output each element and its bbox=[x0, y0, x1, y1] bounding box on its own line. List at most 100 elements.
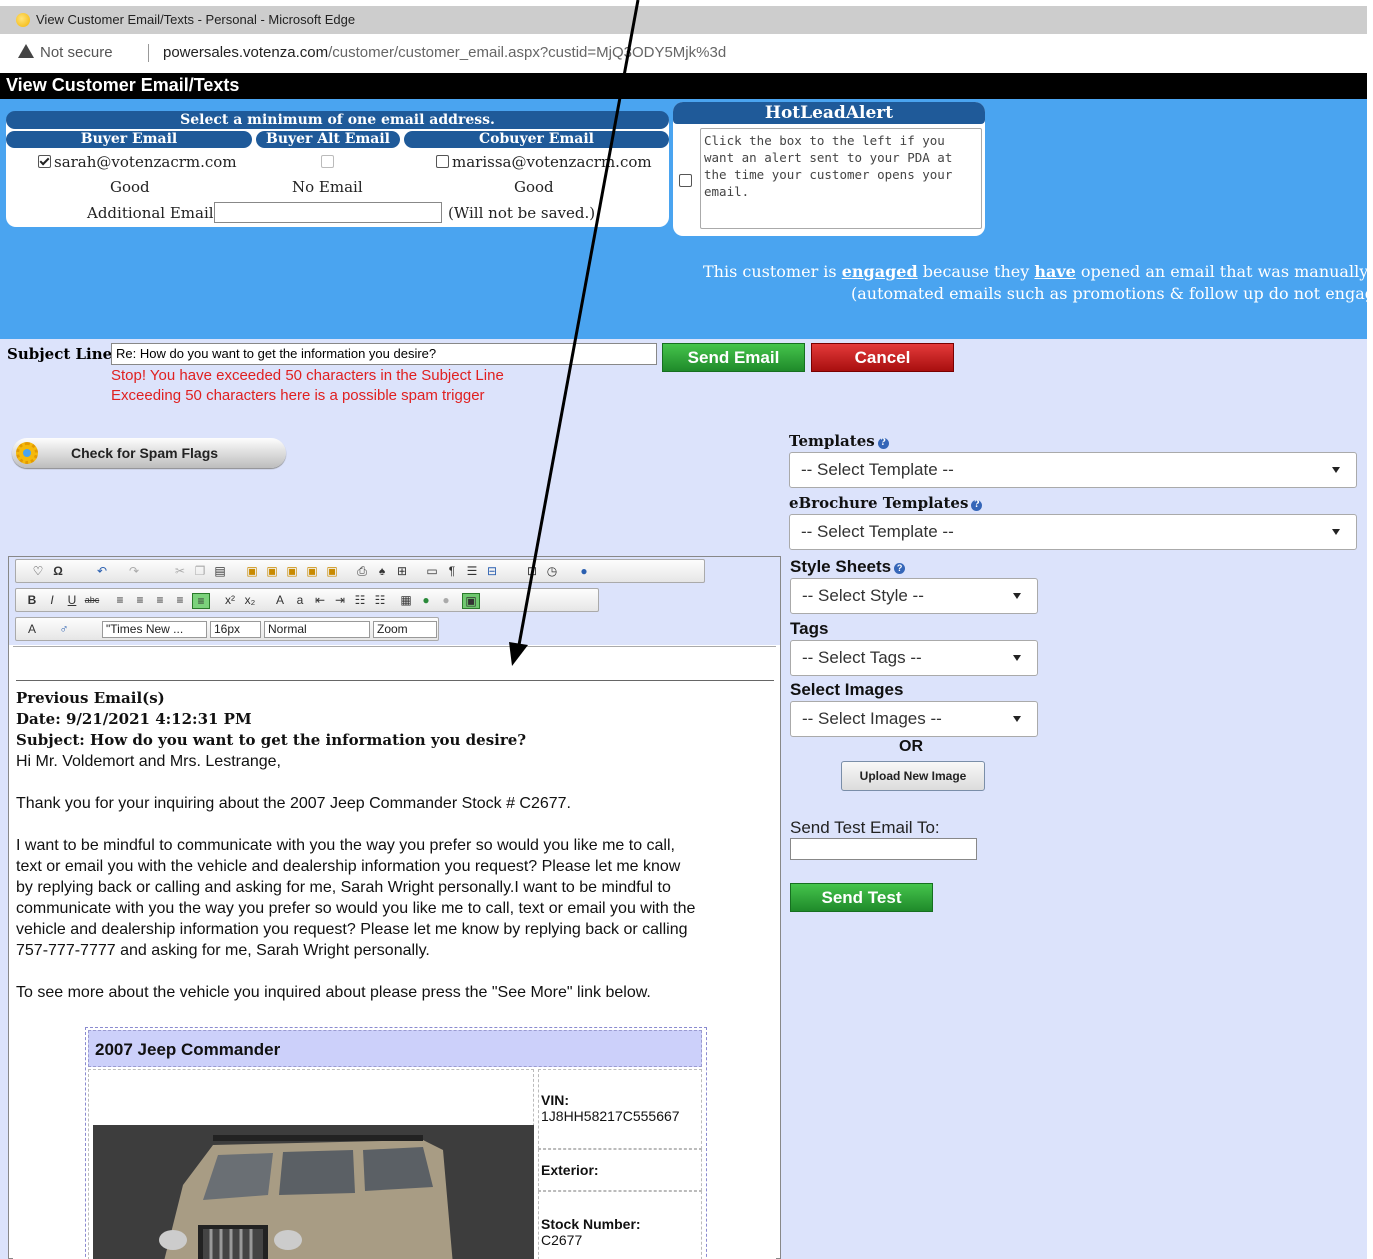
strikethrough-icon[interactable]: abc bbox=[84, 593, 100, 607]
bold-icon[interactable]: B bbox=[24, 593, 40, 607]
ebrochure-select[interactable]: -- Select Template -- bbox=[789, 514, 1357, 550]
email-panel-header: Select a minimum of one email address. bbox=[6, 111, 669, 129]
buyer-alt-email-checkbox bbox=[321, 155, 334, 168]
vin-value: 1J8HH58217C555667 bbox=[541, 1108, 680, 1124]
find-icon[interactable]: ♠ bbox=[374, 564, 390, 578]
paste-word-icon[interactable]: ▣ bbox=[264, 564, 280, 578]
ebrochure-select-value: -- Select Template -- bbox=[801, 522, 954, 541]
help-icon[interactable]: ● bbox=[576, 564, 592, 578]
editor-content[interactable]: Previous Email(s) Date: 9/21/2021 4:12:3… bbox=[13, 646, 776, 1259]
style-sheet-select[interactable]: -- Select Style -- bbox=[790, 578, 1038, 614]
vehicle-photo bbox=[93, 1125, 534, 1259]
check-spam-flags-button[interactable]: Check for Spam Flags bbox=[12, 438, 286, 468]
convert-lower-icon[interactable]: a bbox=[292, 593, 308, 607]
indent-icon[interactable]: ⇥ bbox=[332, 593, 348, 607]
select-all-icon[interactable]: ⊞ bbox=[394, 564, 410, 578]
check-spam-flags-label: Check for Spam Flags bbox=[71, 445, 219, 461]
paste-text-icon[interactable]: ▣ bbox=[244, 564, 260, 578]
url-path: /customer/customer_email.aspx?custid=MjQ… bbox=[328, 44, 727, 61]
link-icon[interactable]: ● bbox=[418, 593, 434, 607]
document-icon[interactable]: ▭ bbox=[424, 564, 440, 578]
paste-icon[interactable]: ▤ bbox=[212, 564, 228, 578]
warning-icon[interactable] bbox=[18, 44, 34, 58]
paragraph-icon[interactable]: ¶ bbox=[444, 564, 460, 578]
convert-case-icon[interactable]: A bbox=[272, 593, 288, 607]
engaged-text-3: opened an email that was manually se bbox=[1075, 262, 1373, 281]
send-email-button[interactable]: Send Email bbox=[662, 343, 805, 372]
italic-icon[interactable]: I bbox=[44, 593, 60, 607]
tags-select[interactable]: -- Select Tags -- bbox=[790, 640, 1038, 676]
security-label[interactable]: Not secure bbox=[40, 44, 113, 61]
subscript-icon[interactable]: x₂ bbox=[242, 593, 258, 607]
outdent-icon[interactable]: ⇤ bbox=[312, 593, 328, 607]
cancel-button[interactable]: Cancel bbox=[811, 343, 954, 372]
subject-input[interactable]: Re: How do you want to get the informati… bbox=[111, 343, 657, 365]
send-test-email-input[interactable] bbox=[790, 838, 977, 860]
paragraph-2-line: I want to be mindful to communicate with… bbox=[16, 837, 675, 854]
align-right-icon[interactable]: ≡ bbox=[152, 593, 168, 607]
cut-icon[interactable]: ✂ bbox=[172, 564, 188, 578]
cobuyer-email-checkbox[interactable] bbox=[436, 155, 449, 168]
format-select[interactable]: Normal bbox=[264, 621, 370, 638]
buyer-alt-email-header: Buyer Alt Email bbox=[256, 131, 400, 148]
help-icon[interactable]: ? bbox=[971, 500, 983, 511]
template-select[interactable]: -- Select Template -- bbox=[789, 452, 1357, 488]
chevron-down-icon bbox=[1013, 655, 1021, 661]
tags-label: Tags bbox=[790, 619, 829, 638]
buyer-email-status: Good bbox=[110, 178, 150, 196]
omega-icon[interactable]: Ω bbox=[50, 564, 66, 578]
help-icon[interactable]: ? bbox=[894, 563, 906, 574]
image-icon[interactable]: ▦ bbox=[398, 593, 414, 607]
paste-as-icon[interactable]: ▣ bbox=[304, 564, 320, 578]
align-left-icon[interactable]: ≡ bbox=[112, 593, 128, 607]
spellcheck-icon[interactable]: ♡ bbox=[30, 564, 46, 578]
ebrochure-label: eBrochure Templates? bbox=[789, 494, 983, 512]
justify-icon[interactable]: ≡ bbox=[172, 593, 188, 607]
font-name-select[interactable]: "Times New ... bbox=[102, 621, 207, 638]
help-icon[interactable]: ? bbox=[877, 438, 889, 449]
additional-email-input[interactable] bbox=[214, 202, 442, 223]
email-editor[interactable]: ♡ Ω ↶ ↷ ✂ ❐ ▤ ▣ ▣ ▣ ▣ ▣ ⎙ ♠ ⊞ ▭ ¶ ☰ ⊟ ⊡ … bbox=[8, 556, 781, 1259]
redo-icon[interactable]: ↷ bbox=[126, 564, 142, 578]
bullet-list-icon[interactable]: ☷ bbox=[372, 593, 388, 607]
highlight-color-icon[interactable]: ♂ bbox=[56, 622, 72, 636]
style-sheets-label-text: Style Sheets bbox=[790, 557, 892, 576]
buyer-email-checkbox[interactable] bbox=[38, 155, 51, 168]
additional-email-note: (Will not be saved.) bbox=[448, 204, 596, 222]
buyer-email-option[interactable]: sarah@votenzacrm.com bbox=[38, 153, 237, 171]
send-test-button[interactable]: Send Test bbox=[790, 883, 933, 912]
paste-plain-icon[interactable]: ▣ bbox=[284, 564, 300, 578]
engaged-note: (automated emails such as promotions & f… bbox=[851, 284, 1373, 303]
undo-icon[interactable]: ↶ bbox=[94, 564, 110, 578]
hotlead-description: Click the box to the left if you want an… bbox=[700, 128, 982, 229]
email-address-panel: Select a minimum of one email address. B… bbox=[6, 111, 669, 227]
justify-full-icon[interactable]: ≡ bbox=[192, 593, 210, 609]
unlink-icon[interactable]: ● bbox=[438, 593, 454, 607]
cobuyer-email-option[interactable]: marissa@votenzacrm.com bbox=[436, 153, 652, 171]
chevron-down-icon bbox=[1013, 716, 1021, 722]
form-icon[interactable]: ⊡ bbox=[524, 564, 540, 578]
font-color-icon[interactable]: A bbox=[24, 622, 40, 636]
superscript-icon[interactable]: x² bbox=[222, 593, 238, 607]
font-size-select[interactable]: 16px bbox=[210, 621, 261, 638]
horizontal-rule-icon[interactable]: ☰ bbox=[464, 564, 480, 578]
page-title-bar: View Customer Email/Texts bbox=[0, 73, 1367, 99]
zoom-select[interactable]: Zoom bbox=[373, 621, 437, 638]
upload-new-image-button[interactable]: Upload New Image bbox=[841, 761, 985, 791]
underline-icon[interactable]: U bbox=[64, 593, 80, 607]
clock-icon[interactable]: ◷ bbox=[544, 564, 560, 578]
url-text[interactable]: powersales.votenza.com/customer/customer… bbox=[163, 44, 726, 61]
copy-icon[interactable]: ❐ bbox=[192, 564, 208, 578]
address-bar[interactable]: Not secure powersales.votenza.com/custom… bbox=[0, 36, 1367, 70]
insert-icon[interactable]: ⊟ bbox=[484, 564, 500, 578]
print-icon[interactable]: ⎙ bbox=[354, 564, 370, 578]
numbered-list-icon[interactable]: ☷ bbox=[352, 593, 368, 607]
toolbar-row-2: B I U abc ≡ ≡ ≡ ≡ ≡ x² x₂ A a ⇤ ⇥ ☷ ☷ ▦ … bbox=[15, 588, 599, 612]
template-icon[interactable]: ▣ bbox=[462, 593, 480, 609]
vin-cell: VIN: 1J8HH58217C555667 bbox=[538, 1069, 702, 1149]
align-center-icon[interactable]: ≡ bbox=[132, 593, 148, 607]
vin-label: VIN: bbox=[541, 1092, 569, 1108]
hotlead-checkbox[interactable] bbox=[679, 174, 692, 187]
images-select[interactable]: -- Select Images -- bbox=[790, 701, 1038, 737]
paste-html-icon[interactable]: ▣ bbox=[324, 564, 340, 578]
